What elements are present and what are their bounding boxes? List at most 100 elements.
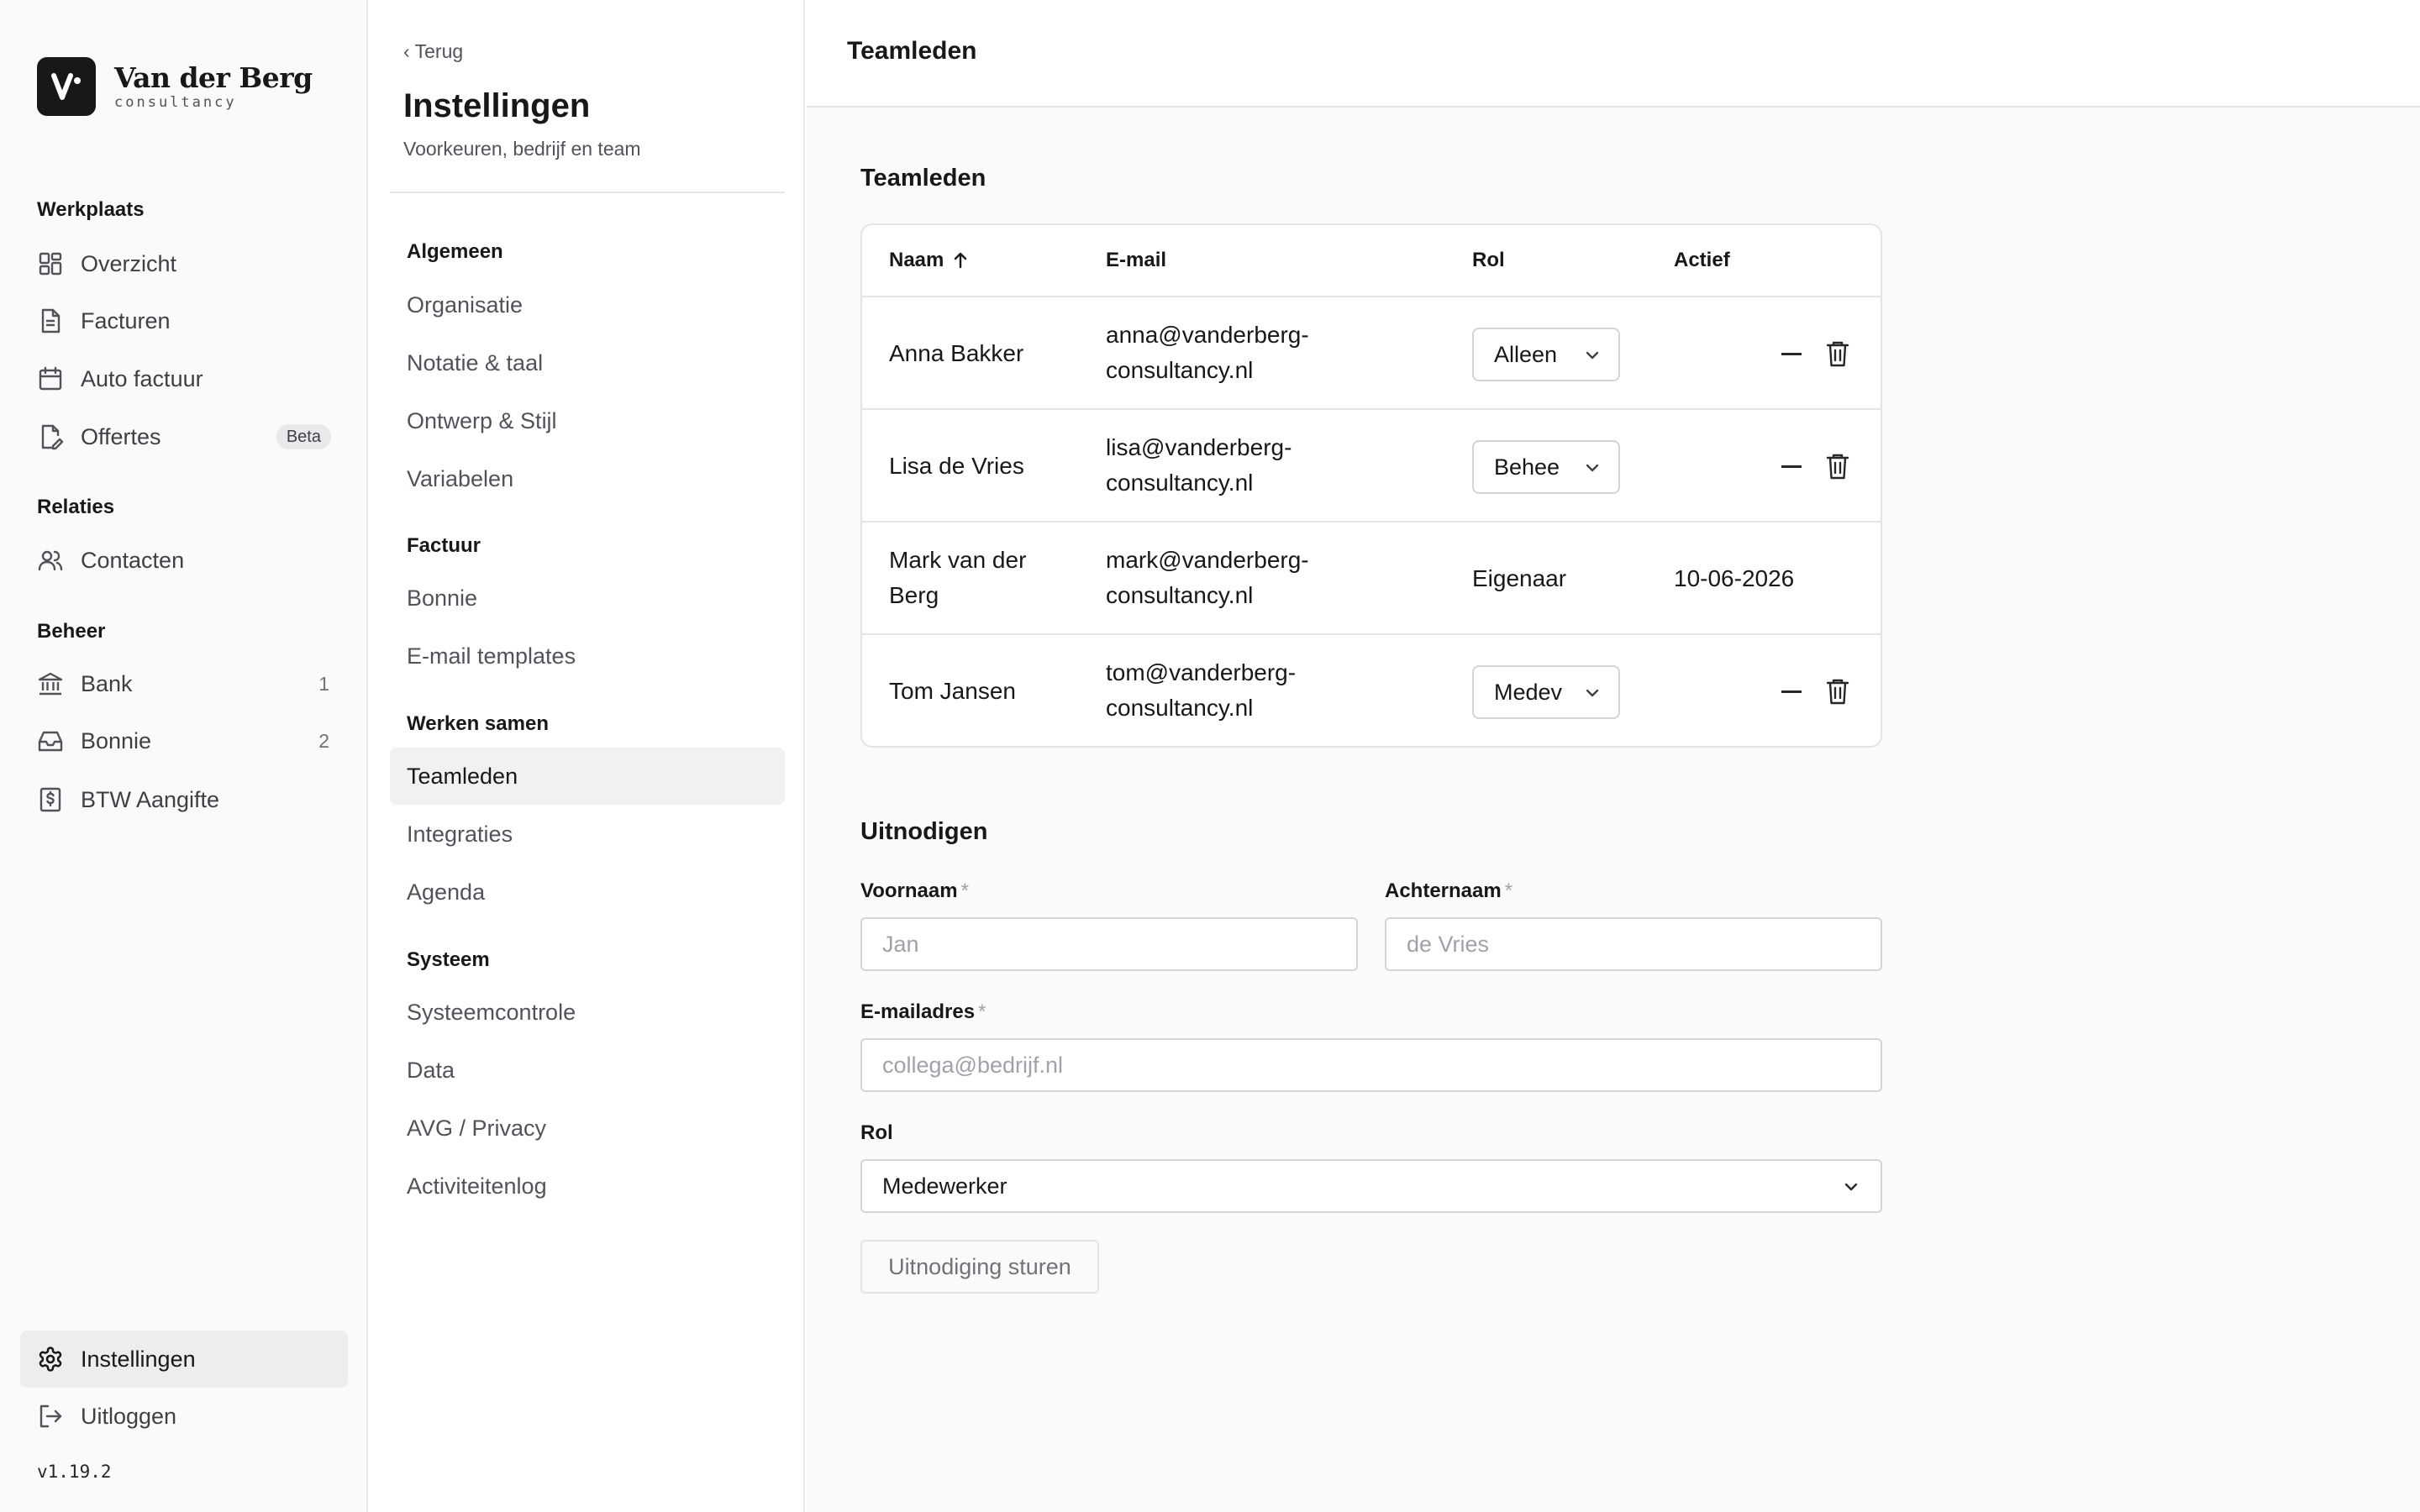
column-naam[interactable]: Naam — [889, 249, 969, 272]
gear-icon — [37, 1346, 64, 1373]
sidebar-item-facturen[interactable]: Facturen — [37, 302, 331, 339]
nav-section-werkplaats: Werkplaats — [37, 198, 145, 221]
settings-item-variabelen[interactable]: Variabelen — [407, 466, 513, 492]
sidebar-item-label: BTW Aangifte — [81, 786, 220, 812]
label-text: Achternaam — [1385, 879, 1502, 902]
settings-item-activiteitenlog[interactable]: Activiteitenlog — [407, 1173, 547, 1200]
sidebar-item-auto-factuur[interactable]: Auto factuur — [37, 360, 331, 397]
table-header: Naam E-mail Rol Actief — [862, 225, 1881, 297]
version-label: v1.19.2 — [37, 1462, 112, 1482]
email-line: consultancy.nl — [1106, 582, 1254, 608]
settings-item-systeemcontrole[interactable]: Systeemcontrole — [407, 1000, 576, 1026]
page-title: Teamleden — [847, 37, 977, 65]
trash-icon[interactable] — [1825, 677, 1850, 706]
team-section-title: Teamleden — [860, 165, 986, 192]
sidebar-item-btw-aangifte[interactable]: BTW Aangifte — [37, 781, 331, 818]
role-value: Alleen — [1494, 341, 1558, 367]
send-invite-button[interactable]: Uitnodiging sturen — [860, 1240, 1099, 1294]
settings-item-agenda[interactable]: Agenda — [407, 879, 485, 906]
member-name: Anna Bakker — [889, 340, 1024, 366]
brand[interactable]: Van der Berg consultancy — [37, 57, 313, 116]
member-email: mark@vanderberg- consultancy.nl — [1106, 543, 1459, 613]
inbox-icon — [37, 727, 64, 754]
member-email: anna@vanderberg- consultancy.nl — [1106, 318, 1459, 388]
last-name-input[interactable] — [1385, 917, 1882, 971]
email-line: anna@vanderberg- — [1106, 322, 1309, 348]
active-date: 10-06-2026 — [1674, 565, 1795, 591]
row-actions — [1781, 677, 1850, 706]
email-input[interactable] — [860, 1038, 1882, 1092]
first-name-input[interactable] — [860, 917, 1358, 971]
brand-subtitle: consultancy — [114, 94, 237, 111]
logout-icon — [37, 1403, 64, 1430]
trash-icon[interactable] — [1825, 339, 1850, 368]
settings-item-data[interactable]: Data — [407, 1058, 455, 1084]
sidebar-item-overzicht[interactable]: Overzicht — [37, 245, 331, 282]
bank-count: 1 — [318, 672, 329, 695]
sidebar-item-contacten[interactable]: Contacten — [37, 542, 331, 579]
required-mark: * — [1504, 879, 1513, 902]
bank-icon — [37, 670, 64, 697]
grid-icon — [37, 250, 64, 277]
nav-section-beheer: Beheer — [37, 620, 106, 643]
settings-item-avg-privacy[interactable]: AVG / Privacy — [407, 1116, 546, 1142]
back-link[interactable]: ‹ Terug — [403, 40, 463, 63]
role-value: Medev — [1494, 679, 1563, 705]
role-select[interactable]: Behee — [1472, 440, 1620, 494]
role-dropdown[interactable]: Medewerker — [860, 1159, 1882, 1213]
bonnie-count: 2 — [318, 729, 329, 752]
role-label: Rol — [860, 1121, 893, 1144]
member-name: Tom Jansen — [889, 678, 1016, 704]
role-select[interactable]: Medev — [1472, 665, 1620, 719]
member-email: tom@vanderberg- consultancy.nl — [1106, 655, 1459, 726]
calendar-icon — [37, 365, 64, 392]
settings-group-systeem: Systeem — [407, 948, 490, 971]
settings-group-werken-samen: Werken samen — [407, 712, 549, 735]
settings-item-teamleden[interactable]: Teamleden — [407, 764, 518, 790]
minus-icon — [1781, 690, 1802, 693]
settings-group-factuur: Factuur — [407, 534, 481, 557]
trash-icon[interactable] — [1825, 452, 1850, 480]
column-actief: Actief — [1674, 249, 1730, 271]
last-name-label: Achternaam * — [1385, 879, 1512, 903]
document-edit-icon — [37, 423, 64, 450]
settings-item-email-templates[interactable]: E-mail templates — [407, 643, 576, 669]
first-name-label: Voornaam * — [860, 879, 969, 903]
sidebar-item-label: Contacten — [81, 547, 185, 573]
settings-item-notatie-taal[interactable]: Notatie & taal — [407, 350, 543, 376]
name-line: Berg — [889, 582, 939, 608]
table-row: Tom Jansen tom@vanderberg- consultancy.n… — [862, 635, 1881, 746]
row-actions — [1781, 339, 1850, 368]
row-actions — [1781, 452, 1850, 480]
main-header: Teamleden — [807, 0, 2420, 108]
sidebar: Van der Berg consultancy Werkplaats Over… — [0, 0, 368, 1512]
sidebar-item-label: Auto factuur — [81, 365, 203, 391]
settings-item-bonnie[interactable]: Bonnie — [407, 585, 477, 612]
divider — [390, 192, 785, 193]
settings-item-integraties[interactable]: Integraties — [407, 822, 513, 848]
role-dropdown-value: Medewerker — [882, 1173, 1007, 1199]
email-line: tom@vanderberg- — [1106, 659, 1297, 685]
email-line: consultancy.nl — [1106, 357, 1254, 383]
chevron-down-icon — [1583, 459, 1602, 477]
document-icon — [37, 307, 64, 334]
settings-item-organisatie[interactable]: Organisatie — [407, 292, 523, 318]
sidebar-item-offertes[interactable]: Offertes Beta — [37, 418, 331, 455]
sidebar-item-instellingen[interactable]: Instellingen — [37, 1341, 331, 1378]
role-select[interactable]: Alleen — [1472, 328, 1620, 381]
settings-title: Instellingen — [403, 87, 591, 124]
sidebar-item-uitloggen[interactable]: Uitloggen — [37, 1398, 331, 1435]
users-icon — [37, 547, 64, 574]
label-text: E-mailadres — [860, 1000, 976, 1023]
name-line: Mark van der — [889, 547, 1027, 573]
sidebar-item-bank[interactable]: Bank 1 — [37, 665, 331, 702]
nav-section-relaties: Relaties — [37, 496, 115, 518]
sidebar-item-bonnie[interactable]: Bonnie 2 — [37, 722, 331, 759]
settings-nav: ‹ Terug Instellingen Voorkeuren, bedrijf… — [370, 0, 805, 1512]
email-line: lisa@vanderberg- — [1106, 434, 1292, 460]
table-row: Lisa de Vries lisa@vanderberg- consultan… — [862, 410, 1881, 522]
chevron-down-icon — [1583, 346, 1602, 365]
settings-item-ontwerp-stijl[interactable]: Ontwerp & Stijl — [407, 408, 557, 434]
settings-group-algemeen: Algemeen — [407, 240, 503, 263]
minus-icon — [1781, 465, 1802, 468]
